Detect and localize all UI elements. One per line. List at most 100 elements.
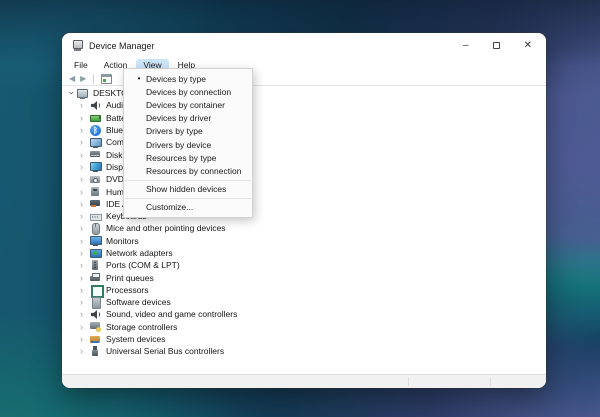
bluetooth-icon (90, 125, 101, 136)
radio-bullet-icon: • (132, 74, 146, 83)
close-button[interactable]: ✕ (524, 41, 532, 51)
menu-bar-item-label: File (74, 60, 88, 70)
tree-item[interactable]: › System devices (62, 333, 546, 345)
view-menu-item[interactable]: Drivers by device (124, 138, 252, 151)
tree-item[interactable]: › Storage controllers (62, 321, 546, 333)
chevron-right-icon[interactable]: › (80, 211, 90, 221)
printer-icon (90, 272, 101, 283)
view-menu-item[interactable]: Customize... (124, 201, 252, 214)
tree-item[interactable]: › Universal Serial Bus controllers (62, 345, 546, 357)
display-icon (90, 161, 101, 172)
tree-item-label: Ports (COM & LPT) (105, 260, 180, 270)
view-menu-item[interactable]: Devices by connection (124, 85, 252, 98)
software-icon (90, 297, 101, 308)
system-icon (90, 334, 101, 345)
tree-item-label: System devices (105, 334, 166, 344)
sound-icon (90, 309, 101, 320)
chevron-right-icon[interactable]: › (80, 162, 90, 172)
view-menu-item-label: Devices by container (146, 100, 225, 110)
view-menu-item[interactable]: Devices by container (124, 98, 252, 111)
ports-icon (90, 260, 101, 271)
chevron-down-icon[interactable]: › (67, 88, 77, 98)
console-window-icon[interactable] (101, 74, 112, 84)
tree-item[interactable]: › Ports (COM & LPT) (62, 259, 546, 271)
view-menu-item-label: Devices by driver (146, 113, 211, 123)
chevron-right-icon[interactable]: › (80, 285, 90, 295)
view-menu-item-label: Drivers by device (146, 140, 211, 150)
tree-item-label: Storage controllers (105, 322, 177, 332)
ide-icon (90, 198, 101, 209)
chevron-right-icon[interactable]: › (80, 273, 90, 283)
chevron-right-icon[interactable]: › (80, 248, 90, 258)
chevron-right-icon[interactable]: › (80, 297, 90, 307)
view-menu-item[interactable]: Show hidden devices (124, 183, 252, 196)
keyboard-icon (90, 211, 101, 222)
chevron-right-icon[interactable]: › (80, 187, 90, 197)
tree-item[interactable]: › Mice and other pointing devices (62, 222, 546, 234)
device-manager-window: Device Manager – ✕ File Action View Help… (62, 33, 546, 388)
chevron-right-icon[interactable]: › (80, 236, 90, 246)
menu-bar-item[interactable]: File (67, 59, 95, 72)
status-bar-divider (490, 377, 491, 386)
title-bar[interactable]: Device Manager – ✕ (62, 33, 546, 58)
dvd-icon (90, 174, 101, 185)
chevron-right-icon[interactable]: › (80, 137, 90, 147)
network-icon (90, 248, 101, 259)
tree-item[interactable]: › Monitors (62, 235, 546, 247)
view-menu-item-label: Drivers by type (146, 126, 203, 136)
battery-icon (90, 112, 101, 123)
view-menu-popup: • Devices by type Devices by connection … (123, 68, 253, 218)
chevron-right-icon[interactable]: › (80, 199, 90, 209)
view-menu-item-label: Resources by type (146, 153, 216, 163)
menu-separator (125, 198, 251, 199)
view-menu-item[interactable]: Drivers by type (124, 125, 252, 138)
maximize-icon (493, 42, 500, 49)
minimize-button[interactable]: – (463, 41, 469, 51)
chevron-right-icon[interactable]: › (80, 150, 90, 160)
menu-separator (125, 180, 251, 181)
disk-icon (90, 149, 101, 160)
tree-item[interactable]: › Processors (62, 284, 546, 296)
hid-icon (90, 186, 101, 197)
chevron-right-icon[interactable]: › (80, 125, 90, 135)
view-menu-item[interactable]: Resources by connection (124, 164, 252, 177)
usb-icon (90, 346, 101, 357)
tree-item-label: Processors (105, 285, 149, 295)
window-controls: – ✕ (463, 41, 536, 51)
tree-item[interactable]: › Sound, video and game controllers (62, 308, 546, 320)
view-menu-item-label: Show hidden devices (146, 184, 226, 194)
tree-item[interactable]: › Software devices (62, 296, 546, 308)
window-title: Device Manager (89, 41, 155, 51)
view-menu-item[interactable]: • Devices by type (124, 72, 252, 85)
tree-item-label: Software devices (105, 297, 171, 307)
tree-item[interactable]: › Print queues (62, 271, 546, 283)
processor-icon (90, 284, 101, 295)
tree-item[interactable]: › Network adapters (62, 247, 546, 259)
chevron-right-icon[interactable]: › (80, 223, 90, 233)
chevron-right-icon[interactable]: › (80, 334, 90, 344)
forward-icon[interactable]: ▶ (80, 74, 86, 84)
chevron-right-icon[interactable]: › (80, 260, 90, 270)
chevron-right-icon[interactable]: › (80, 309, 90, 319)
tree-item-label: Network adapters (105, 248, 173, 258)
chevron-right-icon[interactable]: › (80, 174, 90, 184)
audio-icon (90, 100, 101, 111)
computer-icon (90, 137, 101, 148)
view-menu-item[interactable]: Resources by type (124, 151, 252, 164)
view-menu-item-label: Customize... (146, 202, 193, 212)
view-menu-item-label: Resources by connection (146, 166, 241, 176)
chevron-right-icon[interactable]: › (80, 100, 90, 110)
chevron-right-icon[interactable]: › (80, 346, 90, 356)
tree-item-label: Mice and other pointing devices (105, 223, 226, 233)
back-icon[interactable]: ◀ (69, 74, 75, 84)
chevron-right-icon[interactable]: › (80, 113, 90, 123)
chevron-right-icon[interactable]: › (80, 322, 90, 332)
status-bar-divider (408, 377, 409, 386)
tree-item-label: Monitors (105, 236, 139, 246)
mouse-icon (90, 223, 101, 234)
computer-icon (77, 88, 88, 99)
tree-item-label: Universal Serial Bus controllers (105, 346, 224, 356)
tree-item-label: Print queues (105, 273, 154, 283)
maximize-button[interactable] (493, 42, 500, 49)
view-menu-item[interactable]: Devices by driver (124, 112, 252, 125)
